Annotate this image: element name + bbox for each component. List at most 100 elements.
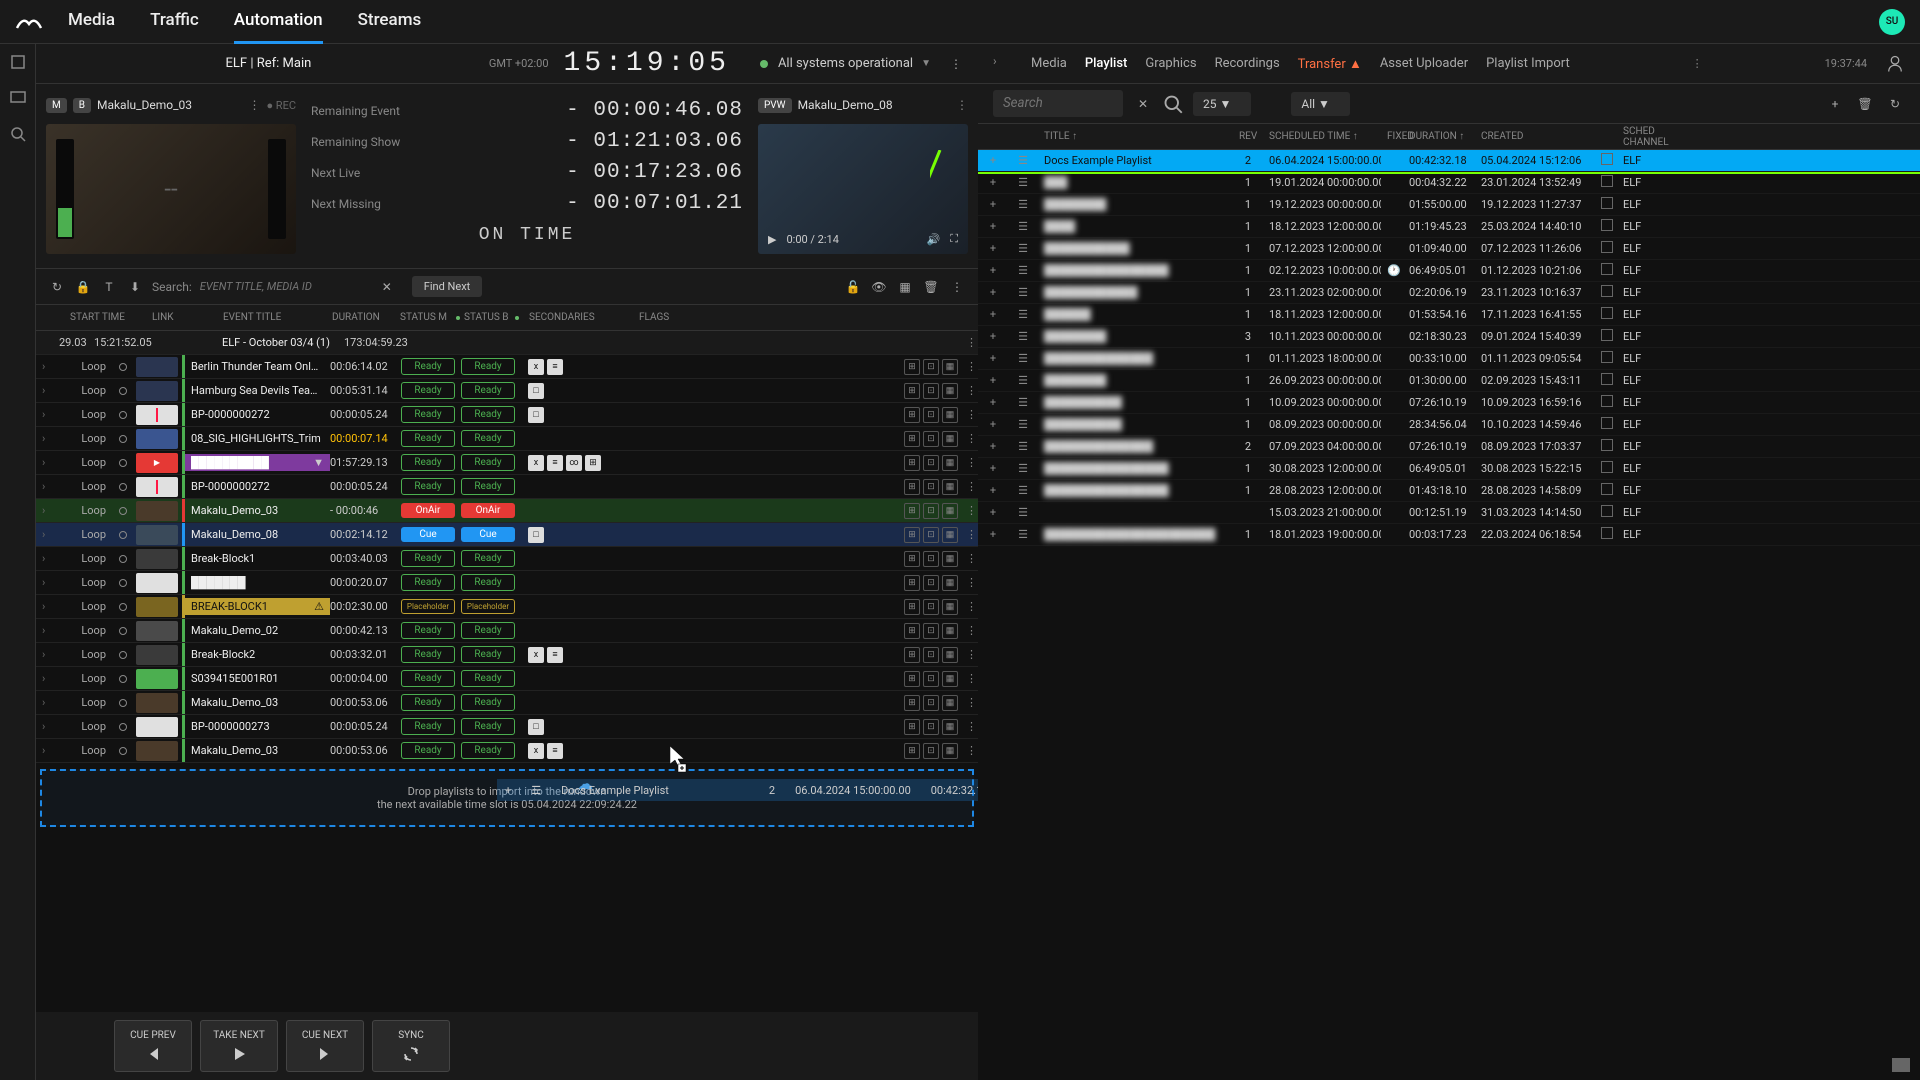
link-cell[interactable]	[114, 579, 132, 587]
row-menu-icon[interactable]: ⋮	[966, 432, 978, 445]
pcol-title[interactable]: TITLE ↑	[1038, 131, 1233, 142]
playlist-checkbox[interactable]	[1595, 373, 1617, 388]
find-next-button[interactable]: Find Next	[412, 276, 483, 297]
rundown-row[interactable]: › Loop Makalu_Demo_03 - 00:00:46 OnAir O…	[36, 499, 978, 523]
link-cell[interactable]	[114, 651, 132, 659]
playlist-row[interactable]: + ☰ ██████████ 1 10.09.2023 00:00:00.00 …	[978, 392, 1920, 414]
flag-icon[interactable]: ▦	[942, 647, 958, 663]
tab-transfer[interactable]: Transfer ▲	[1298, 56, 1362, 72]
add-playlist-icon[interactable]: +	[978, 506, 1008, 519]
resize-handle[interactable]	[1892, 1058, 1910, 1072]
add-playlist-icon[interactable]: +	[978, 462, 1008, 475]
thumbnail[interactable]	[136, 381, 178, 401]
thumbnail[interactable]	[136, 573, 178, 593]
flag-icon[interactable]: ▦	[942, 743, 958, 759]
thumbnail[interactable]	[136, 429, 178, 449]
link-cell[interactable]	[114, 363, 132, 371]
thumbnail[interactable]: ▶	[136, 453, 178, 473]
flag-icon[interactable]: ⊡	[923, 623, 939, 639]
header-menu-icon[interactable]: ⋮	[946, 54, 966, 74]
rundown-search-input[interactable]	[200, 280, 370, 293]
text-icon[interactable]: T	[100, 278, 118, 296]
secondary-icon[interactable]: ≡	[547, 455, 563, 471]
flag-icon[interactable]: ▦	[942, 599, 958, 615]
reload-icon[interactable]: ↻	[1885, 94, 1905, 114]
flag-icon[interactable]: ⊞	[904, 719, 920, 735]
add-playlist-icon[interactable]: +	[978, 396, 1008, 409]
nav-automation[interactable]: Automation	[234, 0, 323, 44]
flag-icon[interactable]: ▦	[942, 503, 958, 519]
playlist-checkbox[interactable]	[1595, 175, 1617, 190]
secondary-icon[interactable]: □	[528, 383, 544, 399]
pvw-video[interactable]: ▶ 0:00 / 2:14 🔊 ⛶	[758, 124, 968, 254]
flag-icon[interactable]: ▦	[942, 479, 958, 495]
playlist-row[interactable]: + ☰ ███████████ 1 07.12.2023 12:00:00.00…	[978, 238, 1920, 260]
rundown-menu-icon[interactable]: ⋮	[948, 278, 966, 296]
row-menu-icon[interactable]: ⋮	[966, 696, 978, 709]
playlist-row[interactable]: + ☰ ██████████████████████ 1 18.01.2023 …	[978, 524, 1920, 546]
flag-icon[interactable]: ▦	[942, 623, 958, 639]
tab-media[interactable]: Media	[1031, 56, 1067, 71]
rundown-row[interactable]: › Loop ▶ ██████████ ▼ 01:57:29.13 Ready …	[36, 451, 978, 475]
flag-icon[interactable]: ⊡	[923, 671, 939, 687]
rundown-row[interactable]: › Loop Break-Block2 00:03:32.01 Ready Re…	[36, 643, 978, 667]
playlist-row[interactable]: + ☰ ████████ 3 10.11.2023 00:00:00.00 02…	[978, 326, 1920, 348]
playlist-checkbox[interactable]	[1595, 197, 1617, 212]
playlist-checkbox[interactable]	[1595, 307, 1617, 322]
rundown-row[interactable]: › Loop S039415E001R01 00:00:04.00 Ready …	[36, 667, 978, 691]
row-menu-icon[interactable]: ⋮	[966, 600, 978, 613]
add-playlist-icon[interactable]: +	[978, 154, 1008, 167]
playlist-row[interactable]: + ☰ ████ 1 18.12.2023 12:00:00.00 01:19:…	[978, 216, 1920, 238]
flag-icon[interactable]: ⊡	[923, 575, 939, 591]
flag-icon[interactable]: ⊡	[923, 407, 939, 423]
flag-icon[interactable]: ▦	[942, 671, 958, 687]
view-icon[interactable]: ▦	[896, 278, 914, 296]
pcol-sched[interactable]: SCHEDULED TIME ↑	[1263, 131, 1381, 142]
playlist-row[interactable]: + ☰ ██████ 1 18.11.2023 12:00:00.00 01:5…	[978, 304, 1920, 326]
playlist-row[interactable]: + ☰ ██████████████ 1 01.11.2023 18:00:00…	[978, 348, 1920, 370]
row-menu-icon[interactable]: ⋮	[966, 408, 978, 421]
right-menu-icon[interactable]: ⋮	[1692, 57, 1703, 70]
secondary-icon[interactable]: ∞	[566, 455, 582, 471]
link-cell[interactable]	[114, 627, 132, 635]
flag-icon[interactable]: ⊡	[923, 479, 939, 495]
expand-icon[interactable]: ›	[42, 744, 54, 757]
rundown-row[interactable]: › Loop 08_SIG_HIGHLIGHTS_Trim 00:00:07.1…	[36, 427, 978, 451]
row-menu-icon[interactable]: ⋮	[966, 624, 978, 637]
rundown-row[interactable]: › Loop Hamburg Sea Devils Tea… 00:05:31.…	[36, 379, 978, 403]
expand-icon[interactable]: ›	[42, 648, 54, 661]
playlist-checkbox[interactable]	[1595, 329, 1617, 344]
expand-icon[interactable]: ›	[42, 672, 54, 685]
row-menu-icon[interactable]: ⋮	[966, 504, 978, 517]
lock-icon[interactable]: 🔒	[74, 278, 92, 296]
playlist-checkbox[interactable]	[1595, 263, 1617, 278]
sidebar-search-icon[interactable]	[10, 126, 26, 142]
col-dur[interactable]: DURATION	[328, 312, 396, 323]
link-cell[interactable]	[114, 675, 132, 683]
expand-icon[interactable]: ›	[42, 408, 54, 421]
thumbnail[interactable]	[136, 477, 178, 497]
flag-icon[interactable]: ⊡	[923, 359, 939, 375]
flag-icon[interactable]: ▦	[942, 551, 958, 567]
clear-icon[interactable]: ✕	[1133, 94, 1153, 114]
rundown-row[interactable]: › Loop Makalu_Demo_02 00:00:42.13 Ready …	[36, 619, 978, 643]
sync-button[interactable]: SYNC	[372, 1020, 450, 1072]
flag-icon[interactable]: ⊞	[904, 359, 920, 375]
rundown-row[interactable]: › Loop ███████ 00:00:20.07 Ready Ready ⊞…	[36, 571, 978, 595]
pcol-created[interactable]: CREATED	[1475, 131, 1595, 142]
expand-icon[interactable]: ›	[42, 456, 54, 469]
add-playlist-icon[interactable]: +	[978, 374, 1008, 387]
expand-icon[interactable]: ›	[42, 600, 54, 613]
secondary-icon[interactable]: □	[528, 407, 544, 423]
rundown-row[interactable]: › Loop BP-0000000273 00:00:05.24 Ready R…	[36, 715, 978, 739]
expand-icon[interactable]: ›	[42, 696, 54, 709]
add-playlist-icon[interactable]: +	[978, 484, 1008, 497]
rundown-list[interactable]: 29.03 15:21:52.05 ELF - October 03/4 (1)…	[36, 331, 978, 1012]
playlist-checkbox[interactable]	[1595, 219, 1617, 234]
row-menu-icon[interactable]: ⋮	[966, 480, 978, 493]
link-cell[interactable]	[114, 459, 132, 467]
add-playlist-icon[interactable]: +	[978, 220, 1008, 233]
row-menu-icon[interactable]: ⋮	[966, 648, 978, 661]
flag-icon[interactable]: ⊡	[923, 455, 939, 471]
delete-icon[interactable]: 🗑	[922, 278, 940, 296]
